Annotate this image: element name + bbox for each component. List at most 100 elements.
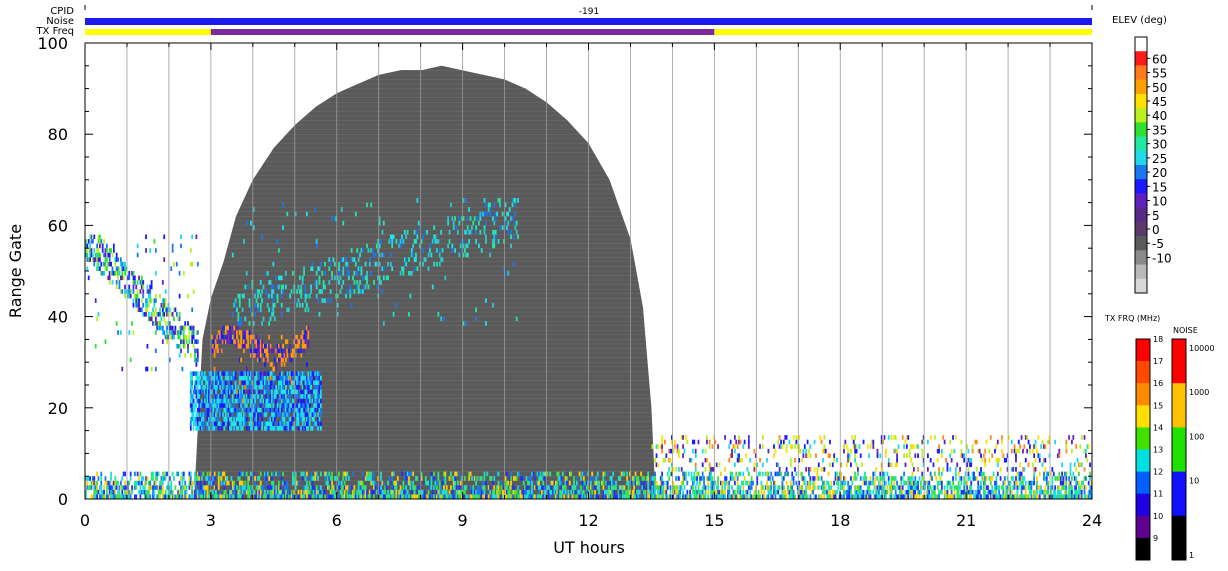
echo-cell bbox=[531, 481, 533, 486]
echo-cell bbox=[987, 485, 989, 490]
echo-cell bbox=[1028, 494, 1030, 499]
echo-cell bbox=[247, 481, 249, 486]
echo-cell bbox=[387, 490, 389, 495]
echo-cell bbox=[519, 472, 521, 477]
echo-cell bbox=[984, 458, 986, 463]
echo-cell bbox=[749, 490, 751, 495]
echo-cell bbox=[814, 481, 816, 486]
echo-cell bbox=[285, 490, 287, 495]
echo-cell bbox=[370, 203, 372, 208]
echo-cell bbox=[456, 485, 458, 490]
echo-cell bbox=[240, 321, 242, 326]
echo-cell bbox=[544, 476, 546, 481]
echo-cell bbox=[405, 485, 407, 490]
echo-cell bbox=[91, 485, 93, 490]
echo-cell bbox=[219, 371, 221, 376]
echo-cell bbox=[202, 421, 204, 426]
echo-cell bbox=[130, 294, 132, 299]
echo-cell bbox=[489, 203, 491, 208]
echo-cell bbox=[513, 485, 515, 490]
echo-cell bbox=[864, 472, 866, 477]
echo-cell bbox=[265, 412, 267, 417]
echo-cell bbox=[433, 262, 435, 267]
echo-cell bbox=[793, 435, 795, 440]
echo-cell bbox=[358, 285, 360, 290]
echo-cell bbox=[112, 253, 114, 258]
echo-cell bbox=[580, 476, 582, 481]
echo-cell bbox=[849, 458, 851, 463]
echo-cell bbox=[324, 262, 326, 267]
echo-cell bbox=[320, 412, 322, 417]
echo-cell bbox=[284, 349, 286, 354]
echo-cell bbox=[257, 394, 259, 399]
echo-cell bbox=[538, 490, 540, 495]
echo-cell bbox=[791, 444, 793, 449]
echo-cell bbox=[498, 472, 500, 477]
echo-cell bbox=[195, 362, 197, 367]
echo-cell bbox=[173, 262, 175, 267]
echo-cell bbox=[728, 485, 730, 490]
echo-cell bbox=[830, 481, 832, 486]
echo-cell bbox=[416, 485, 418, 490]
echo-cell bbox=[493, 203, 495, 208]
echo-cell bbox=[667, 485, 669, 490]
echo-cell bbox=[243, 294, 245, 299]
echo-cell bbox=[980, 467, 982, 472]
echo-cell bbox=[728, 444, 730, 449]
echo-cell bbox=[465, 198, 467, 203]
echo-cell bbox=[345, 294, 347, 299]
echo-cell bbox=[712, 476, 714, 481]
echo-cell bbox=[102, 248, 104, 253]
echo-cell bbox=[232, 412, 234, 417]
echo-cell bbox=[717, 481, 719, 486]
echo-cell bbox=[772, 494, 774, 499]
echo-cell bbox=[342, 221, 344, 226]
echo-cell bbox=[1065, 481, 1067, 486]
echo-cell bbox=[486, 472, 488, 477]
echo-cell bbox=[446, 490, 448, 495]
echo-cell bbox=[737, 444, 739, 449]
echo-cell bbox=[119, 280, 121, 285]
echo-cell bbox=[155, 367, 157, 372]
echo-cell bbox=[795, 440, 797, 445]
echo-cell bbox=[305, 344, 307, 349]
echo-cell bbox=[814, 485, 816, 490]
echo-cell bbox=[682, 444, 684, 449]
echo-cell bbox=[320, 408, 322, 413]
echo-cell bbox=[250, 349, 252, 354]
echo-cell bbox=[674, 440, 676, 445]
echo-cell bbox=[260, 353, 262, 358]
echo-cell bbox=[682, 453, 684, 458]
echo-cell bbox=[91, 248, 93, 253]
echo-cell bbox=[561, 476, 563, 481]
echo-cell bbox=[133, 298, 135, 303]
echo-cell bbox=[498, 485, 500, 490]
echo-cell bbox=[423, 494, 425, 499]
echo-cell bbox=[947, 485, 949, 490]
echo-cell bbox=[298, 344, 300, 349]
echo-cell bbox=[285, 394, 287, 399]
echo-cell bbox=[299, 371, 301, 376]
echo-cell bbox=[197, 330, 199, 335]
echo-cell bbox=[902, 485, 904, 490]
echo-cell bbox=[257, 307, 259, 312]
echo-cell bbox=[268, 335, 270, 340]
echo-cell bbox=[514, 225, 516, 230]
echo-cell bbox=[846, 444, 848, 449]
echo-cell bbox=[218, 472, 220, 477]
echo-cell bbox=[149, 481, 151, 486]
echo-cell bbox=[542, 481, 544, 486]
echo-cell bbox=[682, 490, 684, 495]
echo-cell bbox=[320, 376, 322, 381]
echo-cell bbox=[958, 481, 960, 486]
echo-cell bbox=[212, 408, 214, 413]
echo-cell bbox=[341, 207, 343, 212]
echo-cell bbox=[128, 271, 130, 276]
echo-cell bbox=[914, 476, 916, 481]
echo-cell bbox=[96, 494, 98, 499]
echo-cell bbox=[298, 385, 300, 390]
echo-cell bbox=[467, 244, 469, 249]
echo-cell bbox=[829, 440, 831, 445]
echo-cell bbox=[695, 449, 697, 454]
echo-cell bbox=[277, 298, 279, 303]
